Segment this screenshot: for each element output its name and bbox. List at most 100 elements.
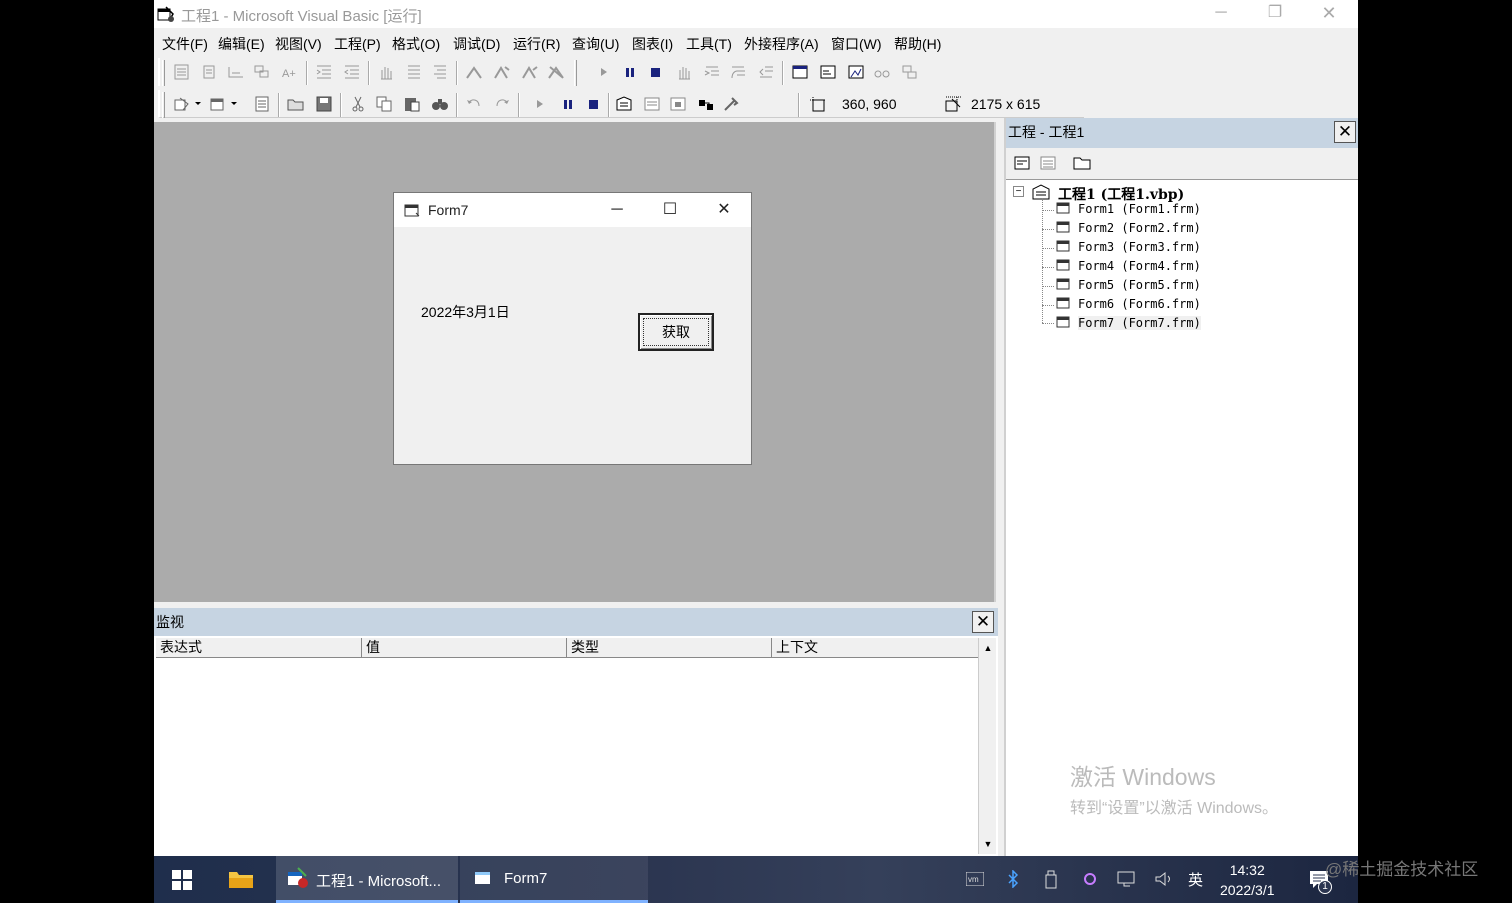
menu-window[interactable]: 窗口(W) xyxy=(831,34,882,54)
project-explorer-icon[interactable] xyxy=(614,95,634,113)
project-item-form1[interactable]: Form1 (Form1.frm) xyxy=(1078,202,1201,216)
scroll-down-icon[interactable]: ▼ xyxy=(979,836,997,852)
menu-diagram[interactable]: 图表(I) xyxy=(632,34,673,54)
toolbox-icon[interactable] xyxy=(722,95,742,113)
add-project-icon[interactable] xyxy=(172,95,202,113)
cut-icon[interactable] xyxy=(348,95,368,113)
toggle-bookmark-icon[interactable] xyxy=(464,63,484,81)
outdent-icon[interactable] xyxy=(342,63,362,81)
project-explorer-close-icon[interactable]: ✕ xyxy=(1334,121,1356,143)
vb-app-icon[interactable] xyxy=(156,4,176,24)
collapse-icon[interactable]: − xyxy=(1013,186,1024,197)
ime-indicator[interactable]: 英 xyxy=(1188,869,1203,890)
vmware-tray-icon[interactable]: vm xyxy=(966,872,984,886)
indent-icon[interactable] xyxy=(314,63,334,81)
view-object-icon[interactable] xyxy=(1038,154,1058,172)
parameter-info-icon[interactable] xyxy=(252,63,272,81)
scroll-up-icon[interactable]: ▲ xyxy=(979,640,997,656)
quick-watch-icon[interactable] xyxy=(872,63,892,81)
project-item-form4[interactable]: Form4 (Form4.frm) xyxy=(1078,259,1201,273)
toggle-folders-icon[interactable] xyxy=(1072,154,1092,172)
previous-bookmark-icon[interactable] xyxy=(520,63,540,81)
menu-view[interactable]: 视图(V) xyxy=(275,34,322,54)
properties-window-icon[interactable] xyxy=(642,95,662,113)
menu-help[interactable]: 帮助(H) xyxy=(894,34,941,54)
menu-editor-icon[interactable] xyxy=(252,95,272,113)
file-explorer-icon[interactable] xyxy=(228,868,254,890)
menu-edit[interactable]: 编辑(E) xyxy=(218,34,265,54)
quick-info-icon[interactable] xyxy=(226,63,246,81)
add-form-icon[interactable] xyxy=(208,95,238,113)
project-item-form3[interactable]: Form3 (Form3.frm) xyxy=(1078,240,1201,254)
step-over-icon[interactable] xyxy=(728,63,748,81)
uncomment-block-icon[interactable] xyxy=(430,63,450,81)
usb-drive-icon[interactable] xyxy=(1044,869,1058,889)
volume-icon[interactable] xyxy=(1154,870,1174,888)
menu-debug[interactable]: 调试(D) xyxy=(453,34,500,54)
find-icon[interactable] xyxy=(430,95,450,113)
open-project-icon[interactable] xyxy=(286,95,306,113)
undo-icon[interactable] xyxy=(464,95,484,113)
menu-format[interactable]: 格式(O) xyxy=(392,34,440,54)
close-button[interactable]: ✕ xyxy=(1302,0,1356,26)
clear-bookmarks-icon[interactable] xyxy=(546,63,566,81)
step-into-icon[interactable] xyxy=(702,63,722,81)
form7-close-button[interactable]: ✕ xyxy=(702,197,746,223)
project-root-node[interactable]: 工程1 (工程1.vbp) xyxy=(1058,184,1184,204)
object-browser-icon[interactable] xyxy=(696,95,716,113)
copy-icon[interactable] xyxy=(374,95,394,113)
menu-project[interactable]: 工程(P) xyxy=(334,34,381,54)
column-type[interactable]: 类型 xyxy=(567,638,772,657)
system-clock[interactable]: 14:32 2022/3/1 xyxy=(1220,860,1275,900)
end-icon[interactable] xyxy=(646,63,666,81)
taskbar-item-form7[interactable]: Form7 xyxy=(460,856,648,903)
get-button[interactable]: 获取 xyxy=(638,313,714,351)
taskbar-item-vb[interactable]: 工程1 - Microsoft... xyxy=(276,856,458,903)
windows-start-icon[interactable] xyxy=(172,870,192,890)
app-tray-icon[interactable] xyxy=(1082,870,1098,888)
watch-window-icon[interactable] xyxy=(846,63,866,81)
next-bookmark-icon[interactable] xyxy=(492,63,512,81)
immediate-window-icon[interactable] xyxy=(818,63,838,81)
menu-run[interactable]: 运行(R) xyxy=(513,34,560,54)
save-project-icon[interactable] xyxy=(314,95,334,113)
toolbar-grip[interactable] xyxy=(162,60,165,86)
column-context[interactable]: 上下文 xyxy=(772,638,978,657)
menu-query[interactable]: 查询(U) xyxy=(572,34,619,54)
break-icon[interactable] xyxy=(620,63,640,81)
column-value[interactable]: 值 xyxy=(362,638,567,657)
project-item-form6[interactable]: Form6 (Form6.frm) xyxy=(1078,297,1201,311)
redo-icon[interactable] xyxy=(492,95,512,113)
complete-word-icon[interactable]: A+ xyxy=(280,63,300,81)
view-code-icon[interactable] xyxy=(1012,154,1032,172)
locals-window-icon[interactable] xyxy=(790,63,810,81)
column-expression[interactable]: 表达式 xyxy=(156,638,362,657)
form-layout-icon[interactable] xyxy=(668,95,688,113)
comment-block-icon[interactable] xyxy=(404,63,424,81)
toolbar-grip[interactable] xyxy=(574,60,577,86)
bluetooth-icon[interactable] xyxy=(1006,870,1020,888)
start-icon[interactable] xyxy=(594,63,614,81)
project-item-form5[interactable]: Form5 (Form5.frm) xyxy=(1078,278,1201,292)
project-explorer-title-bar[interactable]: 工程 - 工程1 xyxy=(1006,118,1358,148)
restore-button[interactable]: ❐ xyxy=(1248,0,1302,26)
list-constants-icon[interactable] xyxy=(200,63,220,81)
watch-title-bar[interactable]: 监视 xyxy=(154,608,998,636)
toggle-breakpoint-icon[interactable] xyxy=(376,63,396,81)
step-out-icon[interactable] xyxy=(756,63,776,81)
menu-tools[interactable]: 工具(T) xyxy=(686,34,732,54)
paste-icon[interactable] xyxy=(402,95,422,113)
form7-window[interactable]: Form7 ─ ☐ ✕ 2022年3月1日 获取 xyxy=(393,192,752,465)
toggle-breakpoint-hand-icon[interactable] xyxy=(674,63,694,81)
form7-maximize-button[interactable]: ☐ xyxy=(648,197,692,223)
call-stack-icon[interactable] xyxy=(900,63,920,81)
start-run-icon[interactable] xyxy=(530,95,550,113)
network-icon[interactable] xyxy=(1116,870,1138,888)
list-properties-icon[interactable] xyxy=(172,63,192,81)
watch-close-icon[interactable]: ✕ xyxy=(972,611,994,633)
watch-scrollbar[interactable]: ▲ ▼ xyxy=(978,638,996,854)
menu-addins[interactable]: 外接程序(A) xyxy=(744,34,819,54)
minimize-button[interactable]: ─ xyxy=(1194,0,1248,26)
form7-minimize-button[interactable]: ─ xyxy=(595,197,639,223)
break-run-icon[interactable] xyxy=(558,95,578,113)
